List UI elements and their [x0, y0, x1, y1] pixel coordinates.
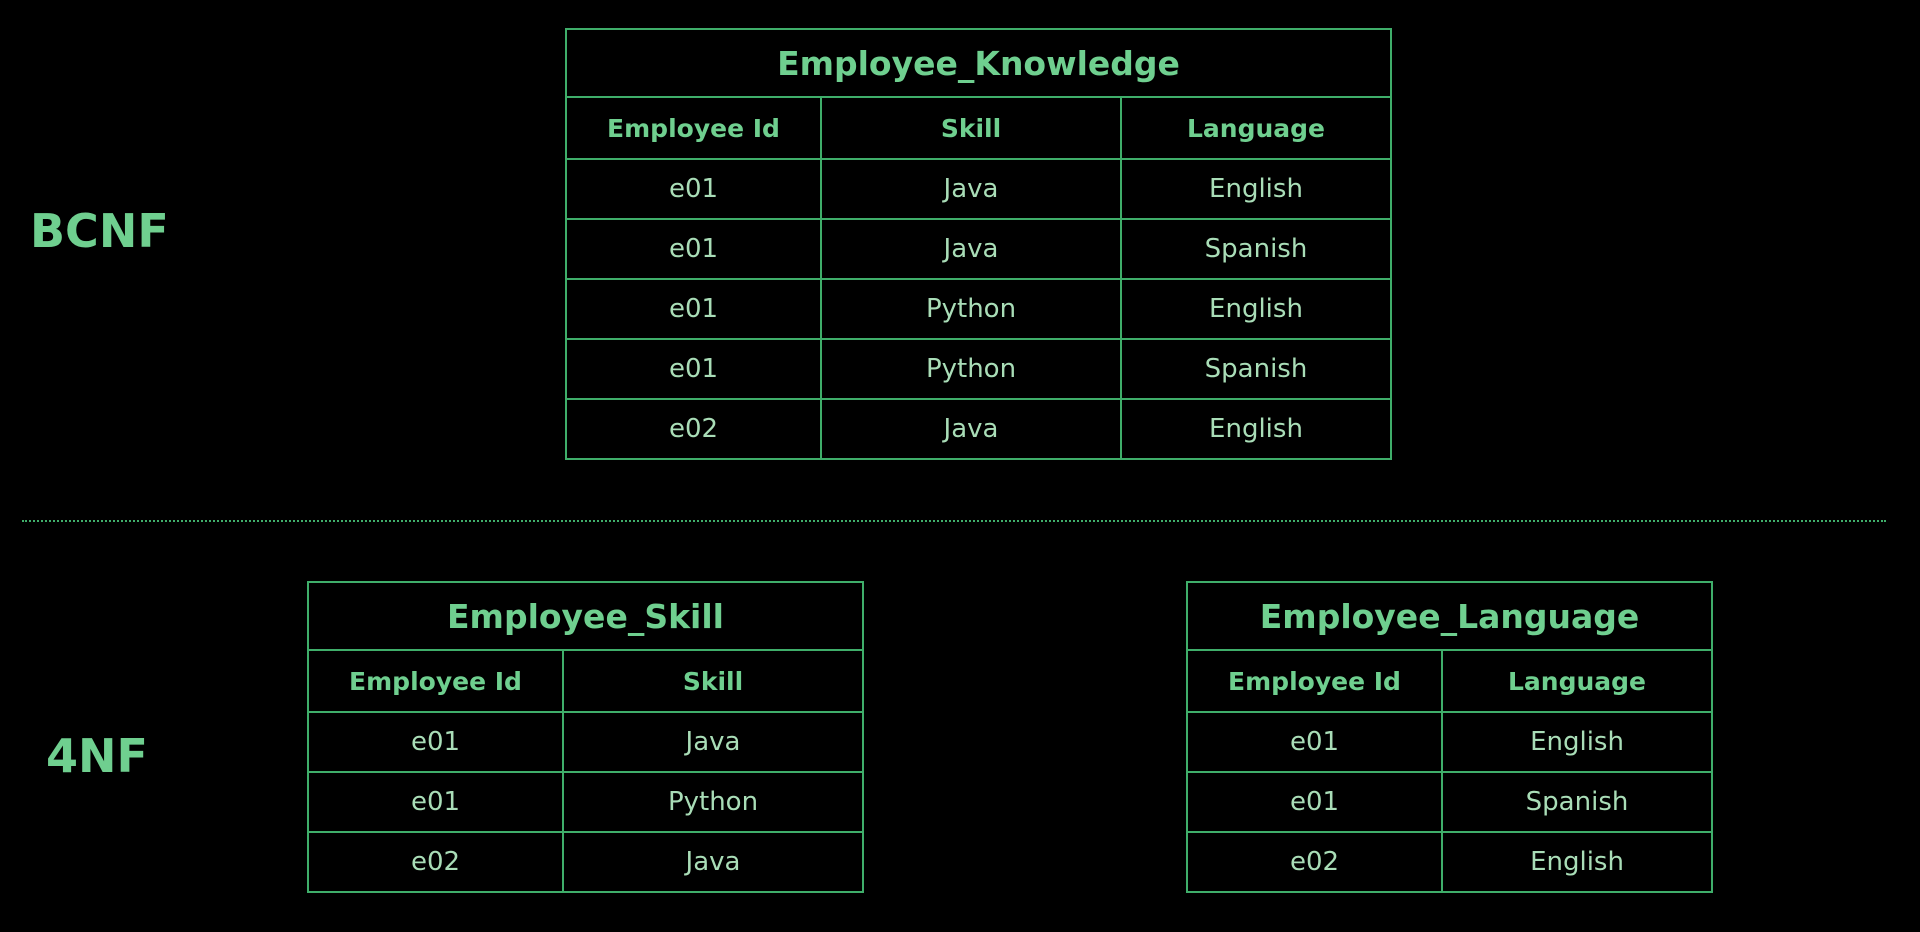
column-header-employee-id: Employee Id [565, 96, 822, 160]
employee-id-cell: e01 [307, 771, 564, 833]
employee-knowledge-table: Employee_Knowledge Employee Id Skill Lan… [565, 28, 1392, 460]
column-header-skill: Skill [820, 96, 1122, 160]
language-cell: Spanish [1120, 218, 1392, 280]
skill-cell: Python [820, 278, 1122, 340]
section-divider [22, 520, 1886, 522]
language-cell: English [1120, 158, 1392, 220]
skill-cell: Java [562, 711, 864, 773]
column-header-skill: Skill [562, 649, 864, 713]
column-header-language: Language [1440, 649, 1714, 713]
employee-id-cell: e01 [565, 338, 822, 400]
column-header-language: Language [1120, 96, 1392, 160]
employee-id-cell: e02 [565, 398, 822, 460]
employee-id-cell: e01 [1186, 711, 1443, 773]
table-title: Employee_Language [1185, 581, 1714, 651]
table-title: Employee_Knowledge [565, 28, 1392, 98]
table-row: e01 Python Spanish [565, 338, 1392, 400]
skill-cell: Java [820, 158, 1122, 220]
table-row: e01 Python [307, 771, 864, 833]
table-row: e01 Python English [565, 278, 1392, 340]
employee-id-cell: e02 [307, 831, 564, 893]
column-header-employee-id: Employee Id [307, 649, 564, 713]
skill-cell: Java [562, 831, 864, 893]
table-row: e01 Java English [565, 158, 1392, 220]
employee-id-cell: e01 [565, 158, 822, 220]
table-row: e02 English [1186, 831, 1714, 893]
employee-id-cell: e01 [565, 218, 822, 280]
language-cell: Spanish [1440, 771, 1714, 833]
skill-cell: Java [820, 218, 1122, 280]
table-title: Employee_Skill [307, 581, 864, 651]
employee-skill-table: Employee_Skill Employee Id Skill e01 Jav… [307, 581, 864, 893]
employee-id-cell: e01 [1186, 771, 1443, 833]
column-header-employee-id: Employee Id [1186, 649, 1443, 713]
skill-cell: Python [562, 771, 864, 833]
employee-id-cell: e02 [1186, 831, 1443, 893]
skill-cell: Java [820, 398, 1122, 460]
4nf-label: 4NF [46, 729, 148, 783]
table-row: e01 Spanish [1186, 771, 1714, 833]
table-row: e02 Java [307, 831, 864, 893]
language-cell: English [1440, 831, 1714, 893]
language-cell: Spanish [1120, 338, 1392, 400]
skill-cell: Python [820, 338, 1122, 400]
table-row: e01 English [1186, 711, 1714, 773]
table-row: e02 Java English [565, 398, 1392, 460]
language-cell: English [1440, 711, 1714, 773]
language-cell: English [1120, 398, 1392, 460]
employee-id-cell: e01 [565, 278, 822, 340]
table-row: e01 Java [307, 711, 864, 773]
language-cell: English [1120, 278, 1392, 340]
bcnf-label: BCNF [30, 204, 169, 258]
employee-language-table: Employee_Language Employee Id Language e… [1185, 581, 1714, 893]
table-row: e01 Java Spanish [565, 218, 1392, 280]
employee-id-cell: e01 [307, 711, 564, 773]
